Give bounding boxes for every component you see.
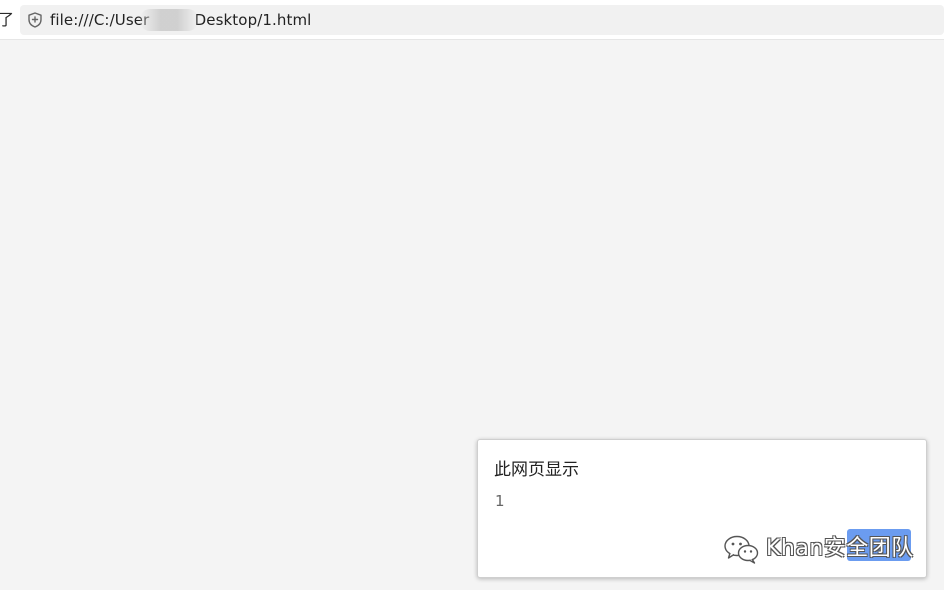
dialog-message: 1	[495, 492, 505, 510]
alert-dialog: 此网页显示 1	[477, 439, 927, 578]
dialog-title: 此网页显示	[494, 460, 579, 480]
browser-toolbar: 了 file:///C:/User Desktop/1.html	[0, 0, 944, 40]
redaction-blur	[140, 9, 198, 31]
ok-button[interactable]	[847, 529, 911, 561]
shield-icon[interactable]	[26, 11, 44, 29]
truncated-toolbar-glyph: 了	[0, 10, 15, 29]
